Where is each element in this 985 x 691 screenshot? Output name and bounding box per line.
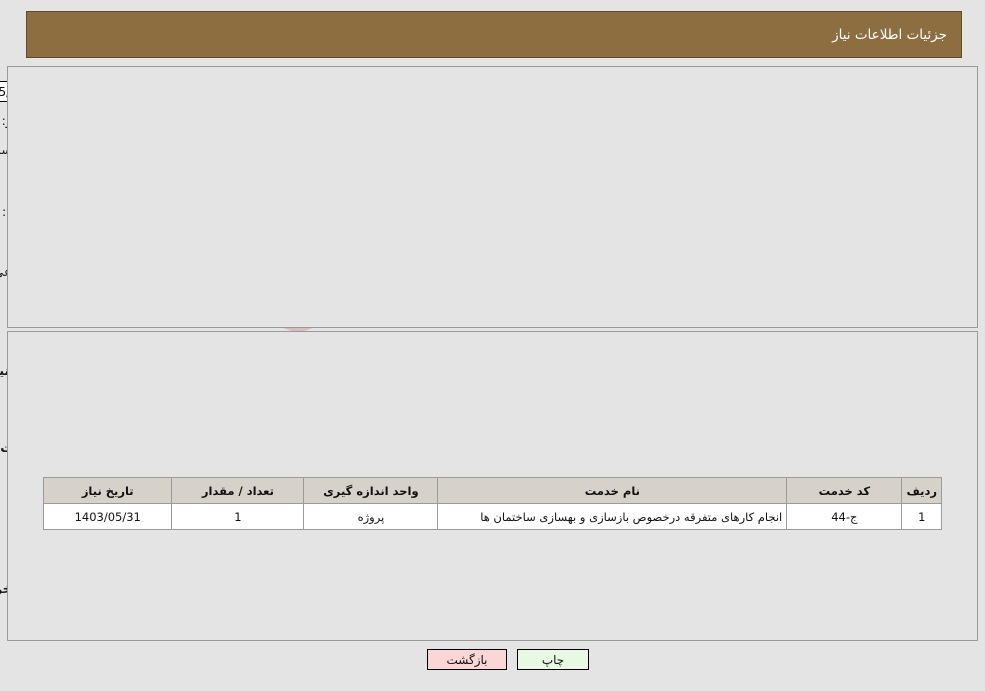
table-row: 1 ج-44 انجام کارهای متفرقه درخصوص بازساز…: [42, 503, 942, 530]
page-title: جزئیات اطلاعات نیاز: [832, 26, 947, 43]
col-name: نام خدمت: [437, 477, 788, 504]
need-info-panel: [7, 66, 978, 328]
col-unit: واحد اندازه گیری: [303, 477, 439, 504]
services-table: ردیف کد خدمت نام خدمت واحد اندازه گیری ت…: [42, 477, 942, 530]
col-code: کد خدمت: [786, 477, 903, 504]
page-title-bar: جزئیات اطلاعات نیاز: [26, 11, 962, 58]
back-button[interactable]: بازگشت: [427, 649, 507, 670]
cell-date: 1403/05/31: [42, 503, 173, 530]
table-header-row: ردیف کد خدمت نام خدمت واحد اندازه گیری ت…: [42, 477, 942, 504]
print-button[interactable]: چاپ: [517, 649, 589, 670]
cell-name: انجام کارهای متفرقه درخصوص بازسازی و بهس…: [437, 503, 788, 530]
cell-unit: پروژه: [303, 503, 439, 530]
cell-code: ج-44: [786, 503, 903, 530]
col-qty: تعداد / مقدار: [171, 477, 305, 504]
cell-row: 1: [901, 503, 942, 530]
cell-qty: 1: [171, 503, 305, 530]
page-root: AriaTender.net جزئیات اطلاعات نیاز شماره…: [0, 0, 985, 691]
col-row: ردیف: [901, 477, 942, 504]
col-date: تاریخ نیاز: [42, 477, 173, 504]
